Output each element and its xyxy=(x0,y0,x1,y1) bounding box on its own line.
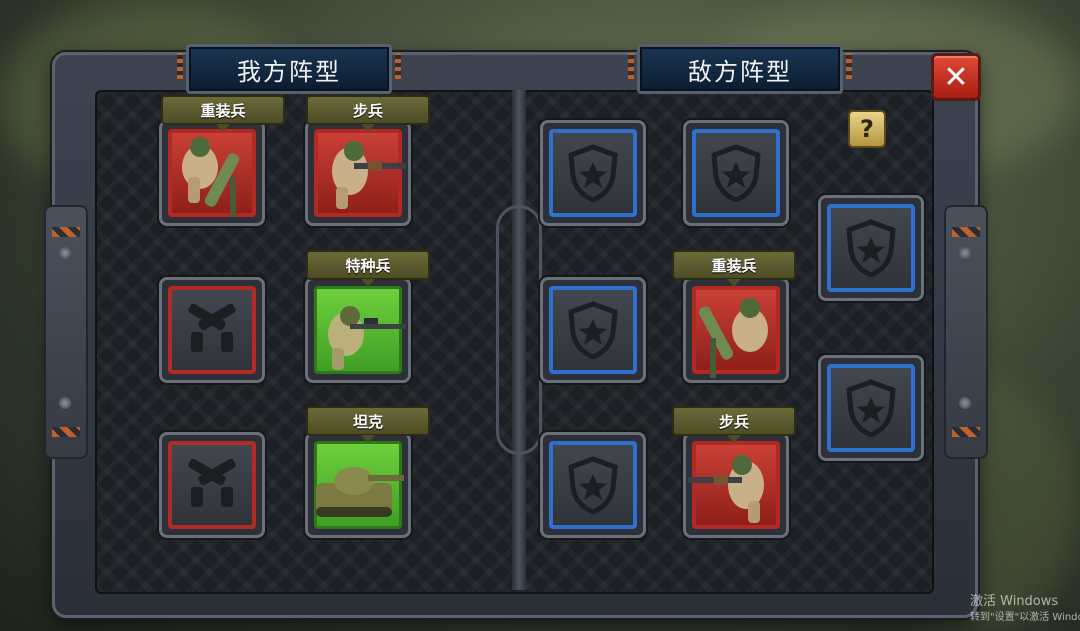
help-button[interactable]: ? xyxy=(848,110,886,148)
enemy-slot-empty-3[interactable] xyxy=(818,195,924,301)
enemy-slot-empty-5[interactable] xyxy=(818,355,924,461)
ally-slot-special[interactable] xyxy=(305,277,411,383)
ally-tank-label: 坦克 xyxy=(306,406,430,436)
enemy-slot-empty-6[interactable] xyxy=(540,432,646,538)
windows-activation-watermark: 激活 Windows 转到"设置"以激活 Windo xyxy=(970,594,1080,626)
infantry-soldier-icon xyxy=(332,141,406,209)
enemy-slot-infantry[interactable] xyxy=(683,432,789,538)
enemy-slot-empty-1[interactable] xyxy=(540,120,646,226)
shield-star-icon xyxy=(568,301,618,359)
watermark-line1: 激活 Windows xyxy=(970,594,1059,609)
heavy-soldier-icon xyxy=(182,137,240,217)
right-hinge xyxy=(944,205,988,459)
crossed-guns-icon xyxy=(188,459,236,507)
ally-formation-title: 我方阵型 xyxy=(177,44,401,94)
close-button[interactable]: ✕ xyxy=(931,53,981,101)
ally-infantry-label: 步兵 xyxy=(306,95,430,125)
heavy-soldier-icon xyxy=(698,298,768,378)
shield-star-icon xyxy=(568,144,618,202)
shield-star-icon xyxy=(568,456,618,514)
enemy-slot-empty-4[interactable] xyxy=(540,277,646,383)
ally-heavy-label: 重装兵 xyxy=(161,95,285,125)
special-forces-icon xyxy=(328,306,406,370)
watermark-line2: 转到"设置"以激活 Windo xyxy=(970,612,1080,623)
tank-icon xyxy=(316,467,404,517)
enemy-slot-heavy[interactable] xyxy=(683,277,789,383)
ally-slot-tank[interactable] xyxy=(305,432,411,538)
enemy-formation-title: 敌方阵型 xyxy=(628,44,852,94)
ally-slot-heavy[interactable] xyxy=(159,120,265,226)
divider-notch xyxy=(496,205,542,455)
shield-star-icon xyxy=(846,219,896,277)
shield-star-icon xyxy=(711,144,761,202)
left-hinge xyxy=(44,205,88,459)
shield-star-icon xyxy=(846,379,896,437)
ally-slot-empty-2[interactable] xyxy=(159,432,265,538)
enemy-heavy-label: 重装兵 xyxy=(672,250,796,280)
enemy-slot-empty-2[interactable] xyxy=(683,120,789,226)
enemy-infantry-label: 步兵 xyxy=(672,406,796,436)
question-icon: ? xyxy=(860,115,874,143)
crossed-guns-icon xyxy=(188,304,236,352)
close-icon: ✕ xyxy=(943,59,969,95)
infantry-soldier-icon xyxy=(688,455,764,523)
ally-slot-infantry[interactable] xyxy=(305,120,411,226)
ally-special-label: 特种兵 xyxy=(306,250,430,280)
ally-slot-empty-1[interactable] xyxy=(159,277,265,383)
